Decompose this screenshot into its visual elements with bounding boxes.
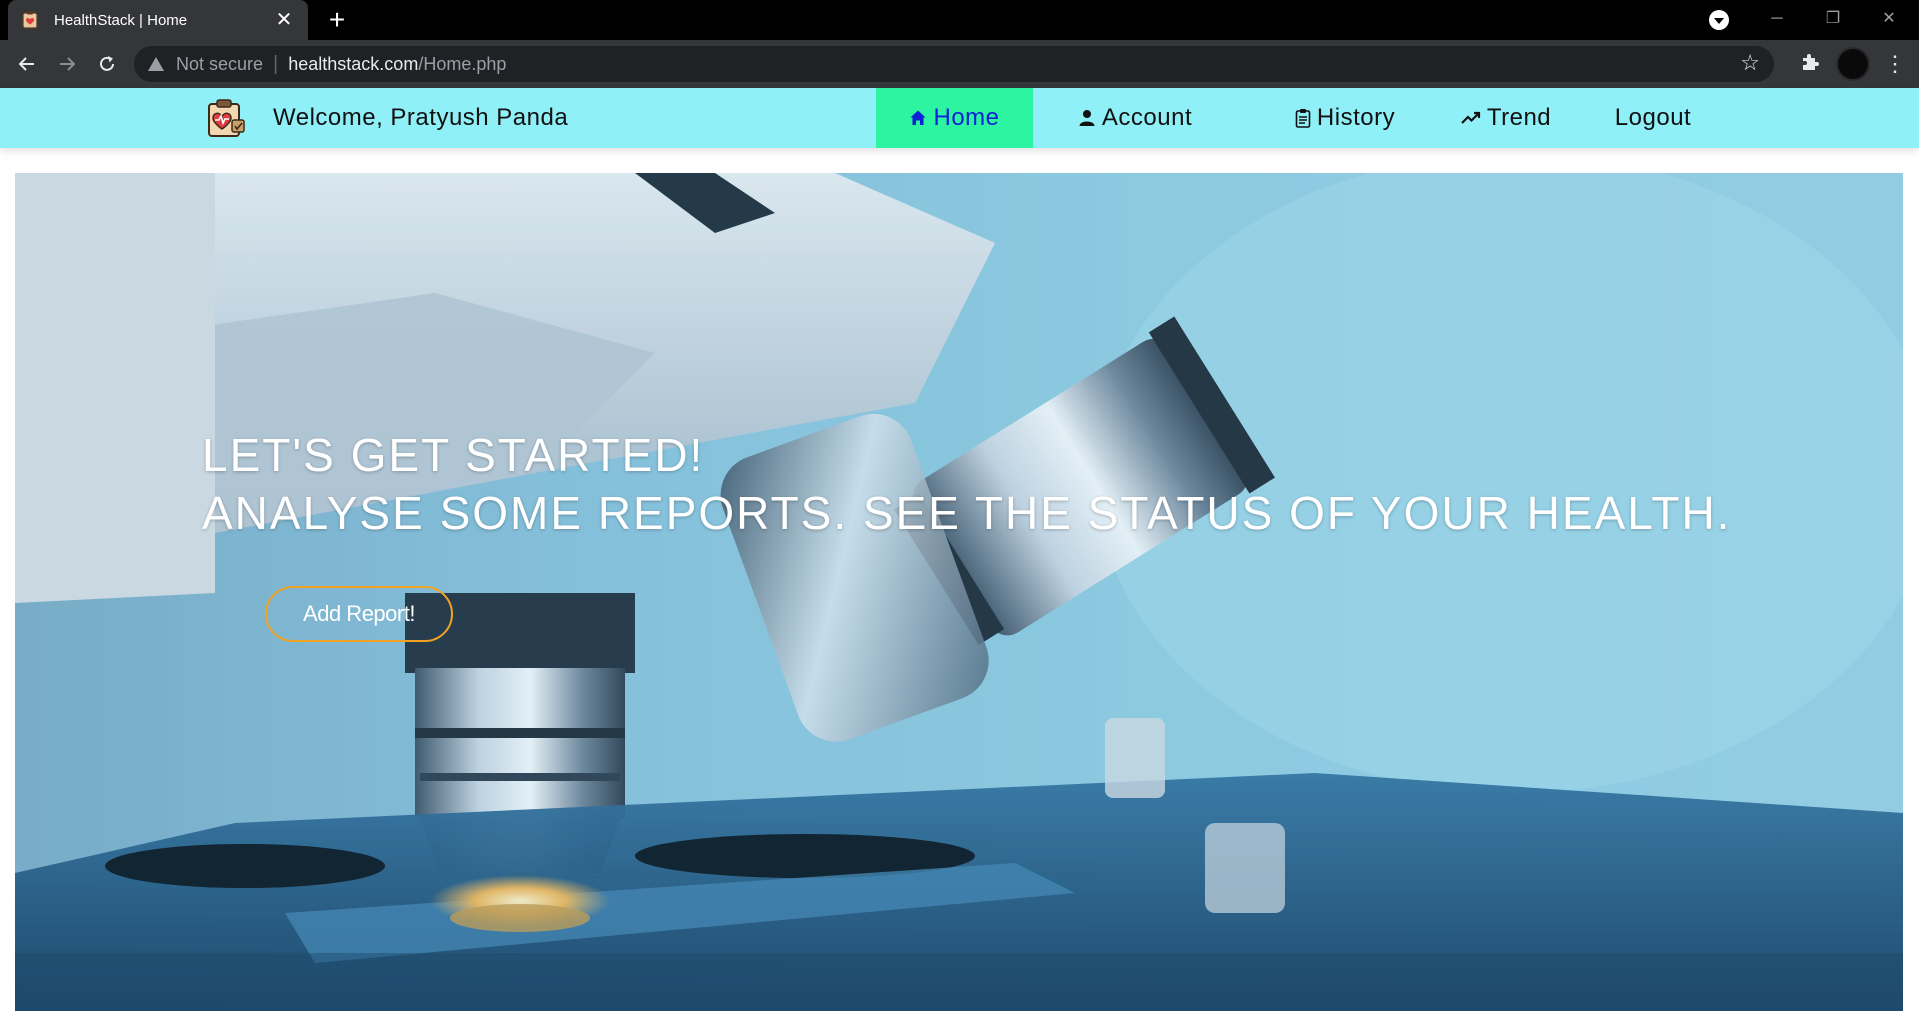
divider: | — [273, 52, 279, 75]
browser-menu-icon[interactable]: ⋮ — [1884, 49, 1906, 79]
trend-up-icon — [1461, 110, 1481, 126]
home-icon — [909, 109, 927, 127]
profile-avatar[interactable] — [1836, 47, 1870, 81]
restore-window-icon[interactable]: ❐ — [1805, 0, 1861, 40]
hero-line-2: ANALYSE SOME REPORTS. SEE THE STATUS OF … — [202, 487, 1732, 539]
minimize-window-icon[interactable]: ─ — [1749, 0, 1805, 40]
back-arrow-icon[interactable] — [12, 49, 42, 79]
address-bar[interactable]: Not secure | healthstack.com/Home.php ☆ — [134, 46, 1774, 82]
nav-history[interactable]: History — [1270, 88, 1420, 148]
extensions-puzzle-icon[interactable] — [1799, 50, 1821, 78]
new-tab-button[interactable]: + — [322, 5, 352, 35]
bookmark-star-icon[interactable]: ☆ — [1740, 50, 1760, 76]
hero-line-1: LET'S GET STARTED! — [202, 429, 705, 481]
nav-logout-label: Logout — [1614, 104, 1692, 131]
hero-heading: LET'S GET STARTED! ANALYSE SOME REPORTS.… — [202, 426, 1731, 542]
forward-arrow-icon[interactable] — [52, 49, 82, 79]
url-host: healthstack.com — [288, 53, 419, 74]
healthstack-logo-icon — [205, 98, 247, 138]
nav-trend-label: Trend — [1486, 104, 1552, 131]
nav-account-label: Account — [1101, 104, 1193, 131]
user-icon — [1078, 109, 1096, 127]
close-tab-icon[interactable]: ✕ — [272, 8, 296, 32]
browser-toolbar: Not secure | healthstack.com/Home.php ☆ … — [0, 40, 1919, 88]
clipboard-icon — [1295, 108, 1311, 128]
nav-home[interactable]: Home — [876, 88, 1033, 148]
favicon-icon — [20, 10, 40, 30]
hero-banner: LET'S GET STARTED! ANALYSE SOME REPORTS.… — [15, 173, 1903, 1011]
nav-home-label: Home — [933, 104, 1000, 131]
browser-titlebar: HealthStack | Home ✕ + ─ ❐ ✕ — [0, 0, 1919, 40]
site-navbar: Welcome, Pratyush Panda Home Account His… — [0, 88, 1919, 148]
security-status[interactable]: Not secure — [176, 54, 263, 75]
reload-icon[interactable] — [92, 49, 122, 79]
close-window-icon[interactable]: ✕ — [1861, 0, 1917, 40]
add-report-button[interactable]: Add Report! — [265, 586, 453, 642]
nav-account[interactable]: Account — [1070, 88, 1200, 148]
tab-title: HealthStack | Home — [54, 11, 188, 29]
welcome-text: Welcome, Pratyush Panda — [273, 104, 569, 131]
media-control-icon[interactable] — [1709, 10, 1729, 30]
nav-trend[interactable]: Trend — [1452, 88, 1560, 148]
browser-tab[interactable]: HealthStack | Home ✕ — [8, 0, 308, 40]
nav-history-label: History — [1316, 104, 1396, 131]
url-path: /Home.php — [418, 53, 507, 74]
warning-icon — [148, 57, 164, 71]
nav-logout[interactable]: Logout — [1604, 88, 1702, 148]
